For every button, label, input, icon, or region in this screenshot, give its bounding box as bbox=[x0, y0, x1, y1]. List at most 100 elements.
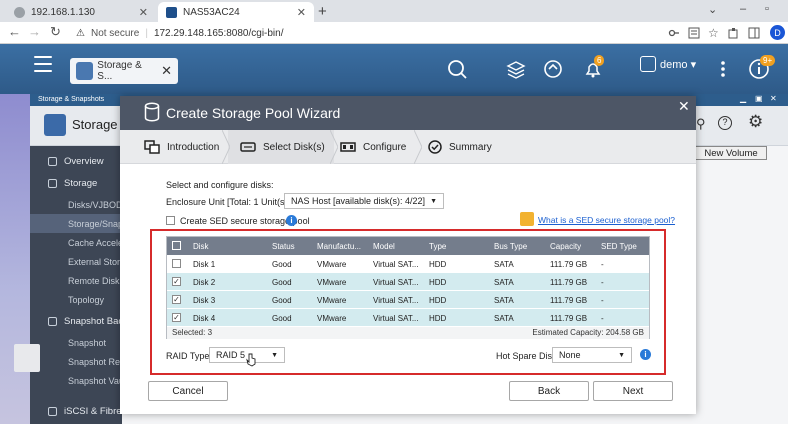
select-configure-label: Select and configure disks: bbox=[166, 180, 274, 190]
sidebar-label: Storage bbox=[64, 178, 98, 189]
step-introduction: Introduction bbox=[144, 130, 219, 164]
more-options-icon[interactable] bbox=[712, 58, 734, 80]
enclosure-label: Enclosure Unit [Total: 1 Unit(s)]: bbox=[166, 197, 293, 207]
profile-avatar[interactable]: D bbox=[770, 25, 785, 40]
sed-checkbox[interactable] bbox=[166, 216, 175, 225]
reload-icon[interactable]: ↻ bbox=[50, 24, 61, 40]
minimize-icon[interactable]: – bbox=[740, 3, 746, 15]
trash-icon[interactable] bbox=[14, 344, 40, 372]
step-label: Summary bbox=[449, 141, 492, 153]
cancel-button[interactable]: Cancel bbox=[148, 381, 228, 401]
sidepanel-icon[interactable] bbox=[748, 27, 760, 39]
star-icon[interactable]: ☆ bbox=[708, 26, 720, 40]
database-icon bbox=[144, 102, 160, 122]
step-arrow-2 bbox=[330, 130, 338, 164]
reader-icon[interactable] bbox=[688, 27, 700, 39]
app-sidebar: Overview Storage Disks/VJBOD Storage/Sna… bbox=[30, 146, 122, 424]
caret-down-icon: ▼ bbox=[430, 197, 437, 205]
back-arrow-icon[interactable]: ← bbox=[8, 24, 21, 39]
forward-arrow-icon[interactable]: → bbox=[28, 24, 41, 39]
sidebar-item-disks[interactable]: Disks/VJBOD bbox=[30, 195, 122, 214]
key-icon[interactable] bbox=[668, 27, 680, 39]
sidebar-item-snapshot[interactable]: Snapshot bbox=[30, 333, 122, 352]
close-app-icon[interactable]: ✕ bbox=[161, 63, 172, 79]
step-summary: Summary bbox=[428, 130, 492, 164]
sidebar-item-overview[interactable]: Overview bbox=[30, 152, 122, 171]
sidebar-label: Disks/VJBOD bbox=[68, 199, 122, 210]
configure-icon bbox=[340, 142, 356, 152]
sidebar-label: Snapshot bbox=[68, 337, 107, 348]
sidebar-item-snapshot-vault[interactable]: Snapshot Vau bbox=[30, 371, 122, 390]
storage-app-icon bbox=[76, 62, 94, 80]
new-volume-button[interactable]: New Volume bbox=[695, 146, 767, 160]
search-tool-icon[interactable]: ⚲ bbox=[696, 116, 706, 132]
sidebar-label: Remote Disk bbox=[68, 275, 120, 286]
search-icon[interactable] bbox=[446, 58, 468, 80]
next-button[interactable]: Next bbox=[593, 381, 673, 401]
sed-help-link[interactable]: What is a SED secure storage pool? bbox=[538, 215, 675, 225]
sidebar-item-storage[interactable]: Storage bbox=[30, 174, 122, 193]
sidebar-label: iSCSI & Fibre bbox=[64, 406, 122, 417]
overview-icon bbox=[48, 157, 57, 166]
storage-icon bbox=[48, 179, 57, 188]
step-label: Introduction bbox=[167, 141, 220, 153]
globe-icon bbox=[14, 6, 25, 18]
url-text: 172.29.148.165:8080/cgi-bin/ bbox=[153, 27, 284, 39]
sidebar-item-topology[interactable]: Topology bbox=[30, 290, 122, 309]
browser-tab-2[interactable]: NAS53AC24 ✕ bbox=[158, 2, 314, 22]
stack-icon[interactable] bbox=[505, 58, 527, 80]
sidebar-label: Cache Accele bbox=[68, 237, 122, 248]
enclosure-select[interactable]: NAS Host [available disk(s): 4/22] ▼ bbox=[284, 193, 444, 209]
iscsi-icon bbox=[48, 407, 57, 416]
sidebar-item-external-storage[interactable]: External Stora bbox=[30, 252, 122, 271]
sidebar-label: Overview bbox=[64, 156, 104, 167]
highlight-box bbox=[150, 229, 666, 375]
step-label: Select Disk(s) bbox=[263, 141, 325, 153]
app-minimize-icon[interactable]: ▁ bbox=[740, 94, 746, 103]
help-person-icon bbox=[520, 212, 534, 226]
security-status: Not secure bbox=[90, 27, 140, 39]
step-arrow-3 bbox=[414, 130, 422, 164]
back-button[interactable]: Back bbox=[509, 381, 589, 401]
sidebar-label: Snapshot Rep bbox=[68, 356, 122, 367]
help-icon[interactable]: ? bbox=[718, 116, 732, 130]
sidebar-label: Storage/Snap bbox=[68, 218, 122, 229]
step-select-disks: Select Disk(s) bbox=[240, 130, 325, 164]
browser-tab-2-title: NAS53AC24 bbox=[183, 6, 240, 18]
new-tab-button[interactable]: + bbox=[318, 3, 327, 20]
step-label: Configure bbox=[363, 141, 407, 153]
browser-tab-1[interactable]: 192.168.1.130 ✕ bbox=[6, 2, 156, 22]
close-tab-1-icon[interactable]: ✕ bbox=[139, 6, 148, 19]
storage-logo-icon bbox=[44, 114, 66, 136]
desktop-wallpaper bbox=[0, 94, 30, 424]
sidebar-item-snapshot-replica[interactable]: Snapshot Rep bbox=[30, 352, 122, 371]
app-maximize-icon[interactable]: ▣ bbox=[755, 94, 763, 103]
user-menu[interactable]: demo ▾ bbox=[640, 56, 696, 72]
sidebar-item-remote-disk[interactable]: Remote Disk bbox=[30, 271, 122, 290]
introduction-icon bbox=[144, 140, 160, 154]
chevron-down-icon[interactable]: ⌄ bbox=[708, 3, 717, 16]
main-menu-icon[interactable] bbox=[34, 56, 52, 72]
sidebar-label: Snapshot Bac bbox=[64, 316, 122, 327]
browser-tab-1-title: 192.168.1.130 bbox=[31, 6, 95, 18]
app-close-icon[interactable]: ✕ bbox=[770, 94, 777, 103]
user-name: demo ▾ bbox=[660, 58, 697, 71]
warning-icon: ⚠ bbox=[76, 27, 85, 39]
wizard-title: Create Storage Pool Wizard bbox=[120, 96, 696, 130]
sed-info-icon[interactable]: i bbox=[286, 215, 297, 226]
url-field[interactable]: ⚠ Not secure | 172.29.148.165:8080/cgi-b… bbox=[76, 25, 636, 41]
close-tab-2-icon[interactable]: ✕ bbox=[297, 6, 306, 19]
enclosure-value: NAS Host [available disk(s): 4/22] bbox=[291, 196, 426, 206]
sidebar-item-iscsi[interactable]: iSCSI & Fibre bbox=[30, 402, 122, 421]
snapshot-icon bbox=[48, 317, 57, 326]
restore-icon[interactable]: ▫ bbox=[765, 3, 769, 15]
wizard-close-icon[interactable]: ✕ bbox=[678, 98, 690, 115]
gear-icon[interactable]: ⚙ bbox=[748, 112, 763, 132]
sidebar-item-snapshot-backup[interactable]: Snapshot Bac bbox=[30, 312, 122, 331]
sidebar-label: External Stora bbox=[68, 256, 122, 267]
app-taskbar-tab[interactable]: Storage & S... ✕ bbox=[70, 58, 178, 84]
background-tasks-icon[interactable] bbox=[542, 58, 564, 80]
extensions-icon[interactable] bbox=[728, 27, 740, 39]
sidebar-item-cache[interactable]: Cache Accele bbox=[30, 233, 122, 252]
sidebar-item-storage-snapshots[interactable]: Storage/Snap bbox=[30, 214, 122, 233]
